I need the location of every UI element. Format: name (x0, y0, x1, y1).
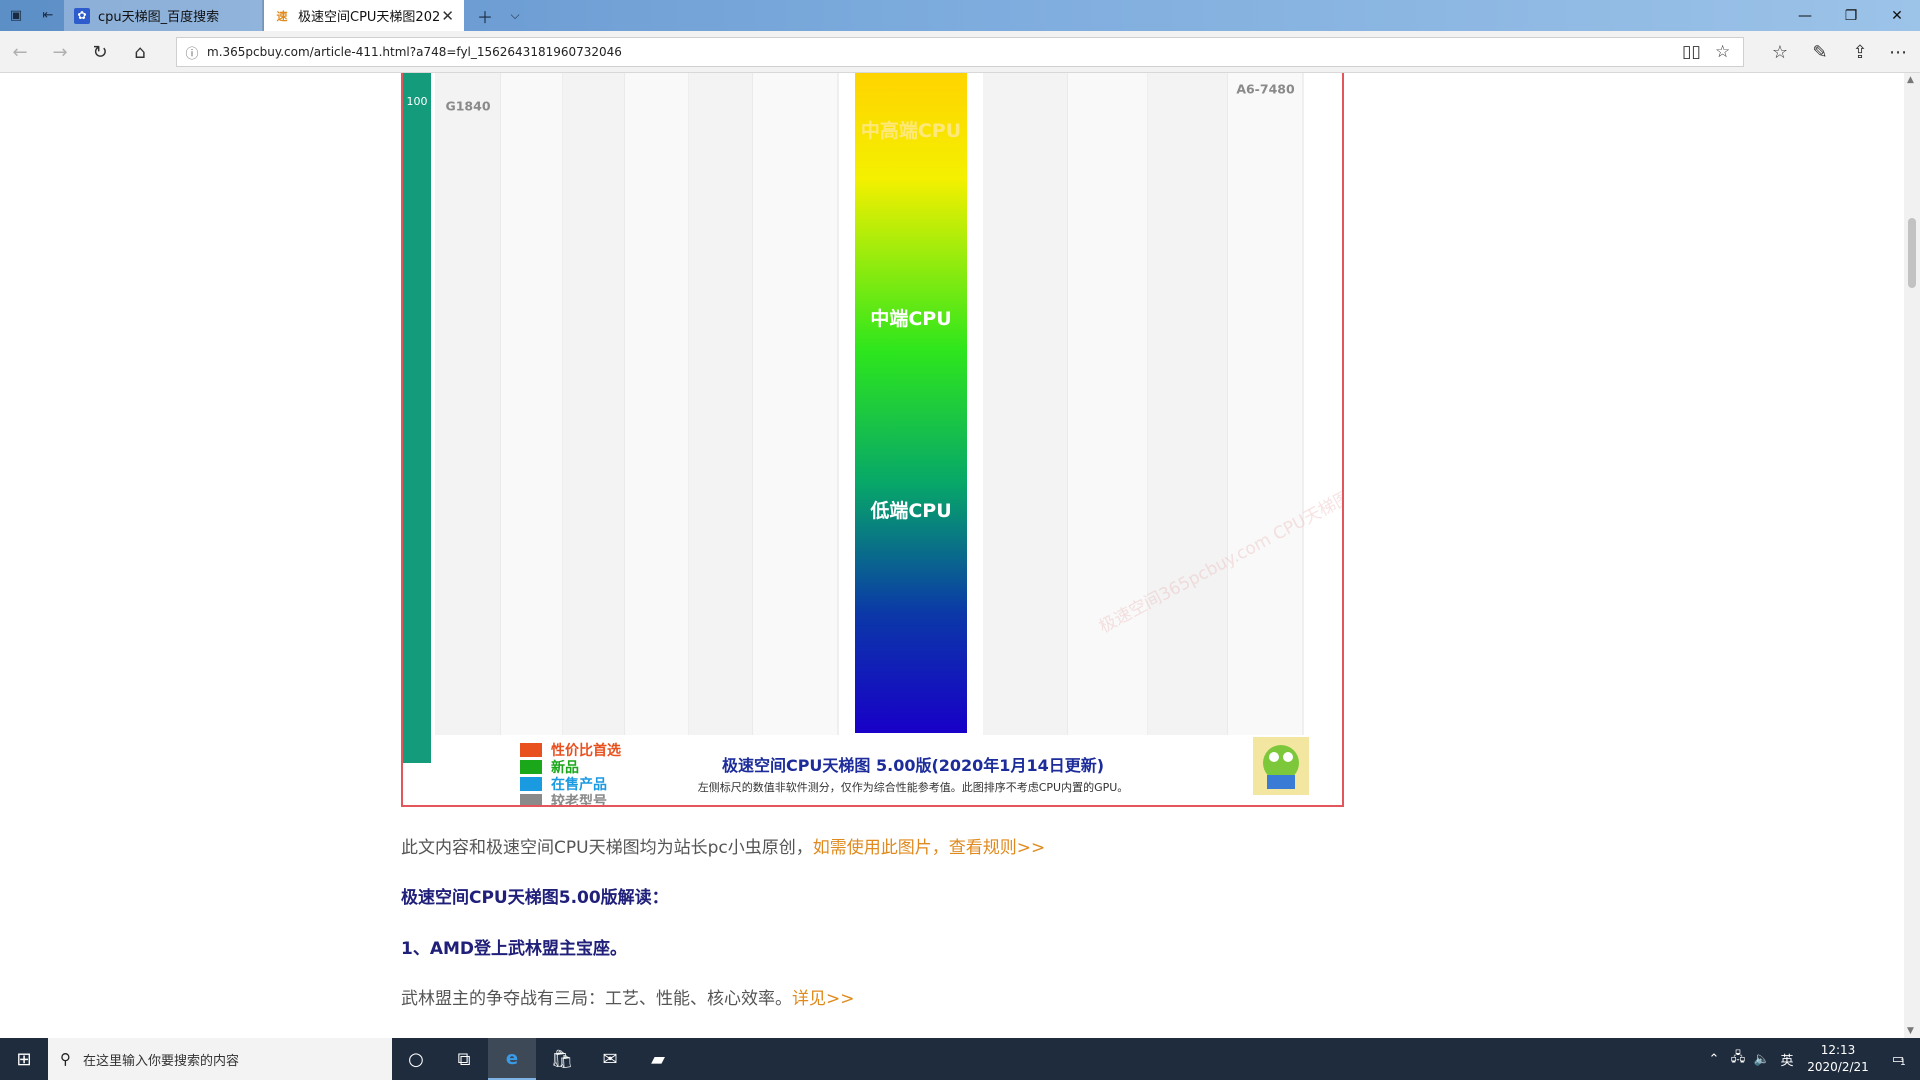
column-background (435, 73, 501, 763)
new-tab-icon[interactable]: ＋ (470, 0, 500, 31)
show-hidden-icons-chevron-icon[interactable]: ⌃ (1702, 1052, 1726, 1067)
article-heading: 极速空间CPU天梯图5.00版解读： (401, 888, 669, 908)
refresh-icon[interactable]: ↻ (80, 31, 120, 73)
favorite-star-icon[interactable]: ☆ (1715, 42, 1730, 62)
column-background (689, 73, 753, 763)
paragraph-text: 武林盟主的争夺战有三局：工艺、性能、核心效率。 (401, 989, 792, 1009)
network-icon[interactable]: 🖧 (1726, 1048, 1750, 1070)
store-bag-icon[interactable]: 🛍 (538, 1038, 586, 1080)
column-background (1228, 73, 1303, 763)
cpu-ladder-chart: 550500450400350300250200150100 中高端CPU中端C… (403, 73, 1342, 805)
legend-label: 性价比首选 (551, 742, 621, 759)
favorites-hub-icon[interactable]: ☆ (1760, 31, 1800, 73)
copyright-line: 此文内容和极速空间CPU天梯图均为站长pc小虫原创，如需使用此图片，查看规则>> (401, 833, 1045, 858)
volume-icon[interactable]: 🔈 (1750, 1052, 1774, 1067)
column-background (501, 73, 563, 763)
performance-spectrum-bar (855, 73, 967, 733)
legend-swatch (520, 760, 542, 774)
band-label: 中高端CPU (861, 119, 961, 142)
reading-view-icon[interactable]: ▯▯ (1682, 42, 1701, 62)
minimize-button[interactable]: — (1782, 0, 1828, 31)
cpu-label: G1840 (445, 99, 490, 114)
site-info-icon[interactable]: ⓘ (177, 43, 207, 62)
mascot-eye (1269, 752, 1279, 762)
clock-time: 12:13 (1820, 1043, 1856, 1057)
section-heading: 1、AMD登上武林盟主宝座。 (401, 939, 628, 959)
band-label: 中端CPU (870, 307, 951, 330)
scroll-up-arrow-icon[interactable]: ▲ (1907, 75, 1914, 85)
more-menu-icon[interactable]: ⋯ (1878, 31, 1918, 73)
navigation-bar: ← → ↻ ⌂ ⓘ m.365pcbuy.com/article-411.htm… (0, 31, 1920, 73)
usage-rules-link[interactable]: 如需使用此图片，查看规则>> (813, 838, 1046, 858)
legend-swatch (520, 777, 542, 791)
home-icon[interactable]: ⌂ (120, 31, 160, 73)
close-window-button[interactable]: ✕ (1874, 0, 1920, 31)
cpu-ladder-image: 550500450400350300250200150100 中高端CPU中端C… (401, 73, 1344, 807)
browser-title-bar: ▣ ⇤ ✿ cpu天梯图_百度搜索 速 极速空间CPU天梯图202 ✕ ＋ ⌵ … (0, 0, 1920, 31)
article-paragraph: 武林盟主的争夺战有三局：工艺、性能、核心效率。详见>> (401, 984, 855, 1009)
action-center-icon[interactable]: ▭ 1 (1876, 1052, 1920, 1068)
column-background (625, 73, 689, 763)
tab-title: 极速空间CPU天梯图202 (298, 10, 441, 25)
ime-indicator[interactable]: 英 (1774, 1050, 1800, 1069)
chart-note: 左侧标尺的数值非软件测分，仅作为综合性能参考值。此图排序不考虑CPU内置的GPU… (698, 780, 1129, 794)
mail-envelope-icon[interactable]: ✉ (586, 1038, 634, 1080)
column-background (983, 73, 1068, 763)
address-bar[interactable]: ⓘ m.365pcbuy.com/article-411.html?a748=f… (176, 37, 1744, 67)
clock[interactable]: 12:13 2020/2/21 (1800, 1042, 1876, 1076)
set-tabs-aside-icon[interactable]: ⇤ (32, 0, 64, 31)
site-logo-icon: 速 (276, 9, 288, 23)
band-label: 低端CPU (869, 499, 951, 522)
column-background (1068, 73, 1148, 763)
tab-title: cpu天梯图_百度搜索 (98, 10, 220, 25)
scroll-down-arrow-icon[interactable]: ▼ (1907, 1026, 1914, 1036)
clock-date: 2020/2/21 (1807, 1060, 1869, 1074)
restore-button[interactable]: ❐ (1828, 0, 1874, 31)
page-scrollbar[interactable]: ▲ ▼ (1904, 73, 1920, 1038)
copyright-text: 此文内容和极速空间CPU天梯图均为站长pc小虫原创， (401, 838, 813, 858)
column-background (563, 73, 625, 763)
windows-taskbar: ⊞ ⚲ 在这里输入你要搜索的内容 ○ ⧉ e 🛍 ✉ ▰ ⌃ 🖧 🔈 英 12:… (0, 1038, 1920, 1080)
web-page: 550500450400350300250200150100 中高端CPU中端C… (0, 73, 1904, 1038)
close-tab-icon[interactable]: ✕ (441, 7, 454, 25)
mascot-book-icon (1267, 775, 1295, 789)
search-placeholder: 在这里输入你要搜索的内容 (83, 1053, 240, 1069)
mascot-eye (1283, 752, 1293, 762)
search-icon: ⚲ (60, 1050, 71, 1068)
forward-arrow-icon[interactable]: → (40, 31, 80, 73)
legend-swatch (520, 794, 542, 805)
back-arrow-icon[interactable]: ← (0, 31, 40, 73)
share-icon[interactable]: ⇪ (1840, 31, 1880, 73)
tab-preview-chevron-icon[interactable]: ⌵ (500, 0, 530, 31)
edge-browser-icon[interactable]: e (488, 1038, 536, 1080)
scrollbar-thumb[interactable] (1908, 218, 1916, 288)
level-ruler (403, 73, 431, 763)
notification-count: 1 (1900, 1057, 1906, 1068)
task-view-icon[interactable]: ⧉ (440, 1038, 488, 1080)
taskbar-search-box[interactable]: ⚲ 在这里输入你要搜索的内容 (48, 1038, 392, 1080)
baidu-paw-icon: ✿ (74, 7, 90, 24)
legend-swatch (520, 743, 542, 757)
tab-baidu-search[interactable]: ✿ cpu天梯图_百度搜索 (64, 0, 263, 31)
web-note-pen-icon[interactable]: ✎ (1800, 31, 1840, 73)
ruler-tick-label: 100 (407, 95, 428, 108)
app-icon[interactable]: ▰ (634, 1038, 682, 1080)
legend-label: 较老型号 (551, 793, 607, 805)
legend-label: 在售产品 (551, 776, 607, 793)
windows-start-icon[interactable]: ⊞ (0, 1038, 48, 1080)
cortana-icon[interactable]: ○ (392, 1038, 440, 1080)
tab-cpu-ladder[interactable]: 速 极速空间CPU天梯图202 ✕ (264, 0, 464, 31)
system-tray: ⌃ 🖧 🔈 英 12:13 2020/2/21 ▭ 1 (1702, 1038, 1920, 1080)
column-background (1148, 73, 1228, 763)
url-text[interactable]: m.365pcbuy.com/article-411.html?a748=fyl… (207, 45, 622, 59)
cpu-label: A6-7480 (1236, 82, 1295, 97)
legend-label: 新品 (551, 759, 579, 776)
details-link[interactable]: 详见>> (792, 989, 855, 1009)
column-background (753, 73, 838, 763)
chart-title: 极速空间CPU天梯图 5.00版(2020年1月14日更新) (722, 756, 1104, 775)
tab-actions-icon[interactable]: ▣ (0, 0, 32, 31)
